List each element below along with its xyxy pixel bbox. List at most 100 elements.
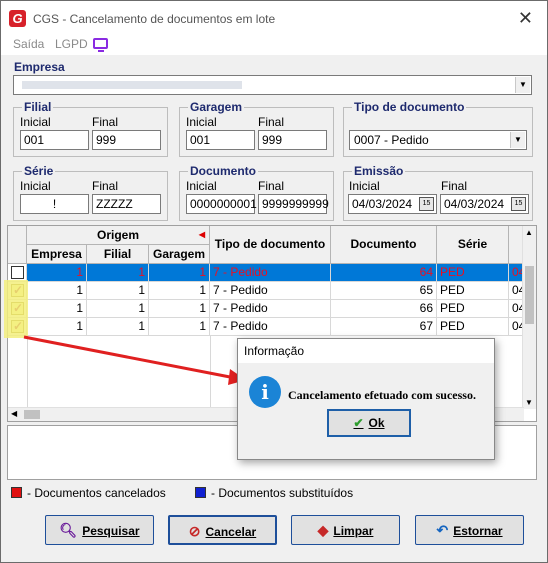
documento-title: Documento bbox=[188, 164, 258, 178]
cell-documento: 66 bbox=[331, 300, 437, 318]
table-row[interactable]: 1117 - Pedido64PED04 bbox=[8, 264, 524, 282]
emissao-title: Emissão bbox=[352, 164, 406, 178]
scroll-up-icon[interactable]: ▲ bbox=[525, 228, 533, 237]
estornar-button[interactable]: ↶ Estornar bbox=[415, 515, 524, 545]
tipo-documento-value: 0007 - Pedido bbox=[354, 133, 429, 147]
filial-final-input[interactable]: 999 bbox=[92, 130, 161, 150]
tipo-documento-title: Tipo de documento bbox=[352, 100, 467, 114]
cell-filial: 1 bbox=[87, 264, 149, 282]
col-garagem[interactable]: Garagem bbox=[149, 245, 210, 264]
filial-final-label: Final bbox=[92, 115, 119, 129]
monitor-icon[interactable] bbox=[93, 38, 108, 52]
close-icon[interactable]: ✕ bbox=[518, 8, 533, 29]
chevron-down-icon[interactable]: ▼ bbox=[510, 132, 525, 148]
cancelar-button[interactable]: ⊘ Cancelar bbox=[168, 515, 277, 545]
annotation-arrow bbox=[23, 335, 246, 385]
legend-blue-square bbox=[195, 487, 206, 498]
cell-filial: 1 bbox=[87, 282, 149, 300]
serie-final-label: Final bbox=[92, 179, 119, 193]
checkmark-icon: ✔ bbox=[353, 416, 364, 430]
ok-label: Ok bbox=[368, 416, 385, 430]
scroll-thumb[interactable] bbox=[525, 266, 534, 324]
serie-inicial-label: Inicial bbox=[20, 179, 51, 193]
table-row[interactable]: 1117 - Pedido67PED04 bbox=[8, 318, 524, 336]
window-title: CGS - Cancelamento de documentos em lote bbox=[33, 12, 276, 26]
garagem-inicial-input[interactable]: 001 bbox=[186, 130, 255, 150]
garagem-inicial-label: Inicial bbox=[186, 115, 217, 129]
documento-final-input[interactable]: 9999999999 bbox=[258, 194, 329, 214]
cell-empresa: 1 bbox=[27, 282, 87, 300]
cell-documento: 64 bbox=[331, 264, 437, 282]
sort-arrow-icon[interactable]: ◀ bbox=[199, 226, 205, 244]
table-row[interactable]: 1117 - Pedido66PED04 bbox=[8, 300, 524, 318]
cell-garagem: 1 bbox=[149, 318, 210, 336]
app-logo-icon: G bbox=[9, 10, 26, 27]
documento-group: Documento Inicial Final 0000000001 99999… bbox=[179, 164, 334, 221]
menu-lgpd[interactable]: LGPD bbox=[55, 37, 88, 51]
cancelar-label: Cancelar bbox=[205, 525, 257, 539]
cell-documento: 65 bbox=[331, 282, 437, 300]
main-window: G CGS - Cancelamento de documentos em lo… bbox=[0, 0, 548, 563]
emissao-inicial-input[interactable]: 04/03/2024 15 bbox=[348, 194, 437, 214]
cell-tipo: 7 - Pedido bbox=[210, 282, 331, 300]
info-icon: i bbox=[249, 376, 281, 408]
scroll-down-icon[interactable]: ▼ bbox=[525, 398, 533, 407]
documento-inicial-label: Inicial bbox=[186, 179, 217, 193]
filial-group: Filial Inicial Final 001 999 bbox=[13, 100, 168, 157]
legend-substituidos: - Documentos substituídos bbox=[211, 486, 354, 500]
documento-final-label: Final bbox=[258, 179, 285, 193]
table-row[interactable]: 1117 - Pedido65PED04 bbox=[8, 282, 524, 300]
grid-corner bbox=[8, 226, 27, 264]
eraser-icon: ◆ bbox=[317, 522, 329, 538]
menu-bar: Saída LGPD bbox=[1, 37, 547, 55]
search-icon: 🔍︎ bbox=[59, 522, 78, 538]
emissao-group: Emissão Inicial Final 04/03/2024 15 04/0… bbox=[343, 164, 533, 221]
limpar-button[interactable]: ◆ Limpar bbox=[291, 515, 400, 545]
hscroll-thumb[interactable] bbox=[24, 410, 40, 419]
col-empresa[interactable]: Empresa bbox=[27, 245, 87, 264]
vertical-scrollbar[interactable]: ▲ ▼ bbox=[522, 226, 536, 409]
serie-final-input[interactable]: ZZZZZ bbox=[92, 194, 161, 214]
tipo-documento-select[interactable]: 0007 - Pedido ▼ bbox=[349, 130, 527, 150]
col-filial[interactable]: Filial bbox=[87, 245, 149, 264]
empresa-select[interactable]: ▼ bbox=[13, 75, 532, 95]
pesquisar-button[interactable]: 🔍︎ Pesquisar bbox=[45, 515, 154, 545]
emissao-final-input[interactable]: 04/03/2024 15 bbox=[440, 194, 529, 214]
chevron-down-icon[interactable]: ▼ bbox=[515, 77, 530, 93]
legend-cancelados: - Documentos cancelados bbox=[27, 486, 166, 500]
garagem-final-label: Final bbox=[258, 115, 285, 129]
empresa-label: Empresa bbox=[14, 60, 65, 74]
scroll-left-icon[interactable]: ◀ bbox=[11, 409, 17, 418]
cell-empresa: 1 bbox=[27, 318, 87, 336]
col-serie[interactable]: Série bbox=[437, 226, 509, 264]
garagem-final-input[interactable]: 999 bbox=[258, 130, 327, 150]
cell-filial: 1 bbox=[87, 300, 149, 318]
emissao-final-label: Final bbox=[441, 179, 468, 193]
documento-inicial-input[interactable]: 0000000001 bbox=[186, 194, 257, 214]
highlight-box bbox=[4, 280, 28, 338]
col-documento[interactable]: Documento bbox=[331, 226, 437, 264]
menu-saida[interactable]: Saída bbox=[13, 37, 44, 51]
cell-garagem: 1 bbox=[149, 282, 210, 300]
serie-inicial-input[interactable]: ! bbox=[20, 194, 89, 214]
legend-red-square bbox=[11, 487, 22, 498]
info-dialog: Informação i Cancelamento efetuado com s… bbox=[237, 338, 495, 460]
col-tipo-documento[interactable]: Tipo de documento bbox=[210, 226, 331, 264]
calendar-icon[interactable]: 15 bbox=[419, 197, 434, 211]
dialog-title: Informação bbox=[238, 339, 494, 363]
cell-garagem: 1 bbox=[149, 300, 210, 318]
cell-tipo: 7 - Pedido bbox=[210, 300, 331, 318]
row-checkbox[interactable] bbox=[11, 266, 24, 279]
cell-documento: 67 bbox=[331, 318, 437, 336]
garagem-title: Garagem bbox=[188, 100, 245, 114]
cell-filial: 1 bbox=[87, 318, 149, 336]
cell-serie: PED bbox=[437, 264, 509, 282]
filial-inicial-input[interactable]: 001 bbox=[20, 130, 89, 150]
ok-button[interactable]: ✔ Ok bbox=[327, 409, 411, 437]
estornar-label: Estornar bbox=[453, 524, 503, 538]
calendar-icon[interactable]: 15 bbox=[511, 197, 526, 211]
serie-title: Série bbox=[22, 164, 56, 178]
cell-serie: PED bbox=[437, 282, 509, 300]
limpar-label: Limpar bbox=[333, 524, 374, 538]
filial-inicial-label: Inicial bbox=[20, 115, 51, 129]
